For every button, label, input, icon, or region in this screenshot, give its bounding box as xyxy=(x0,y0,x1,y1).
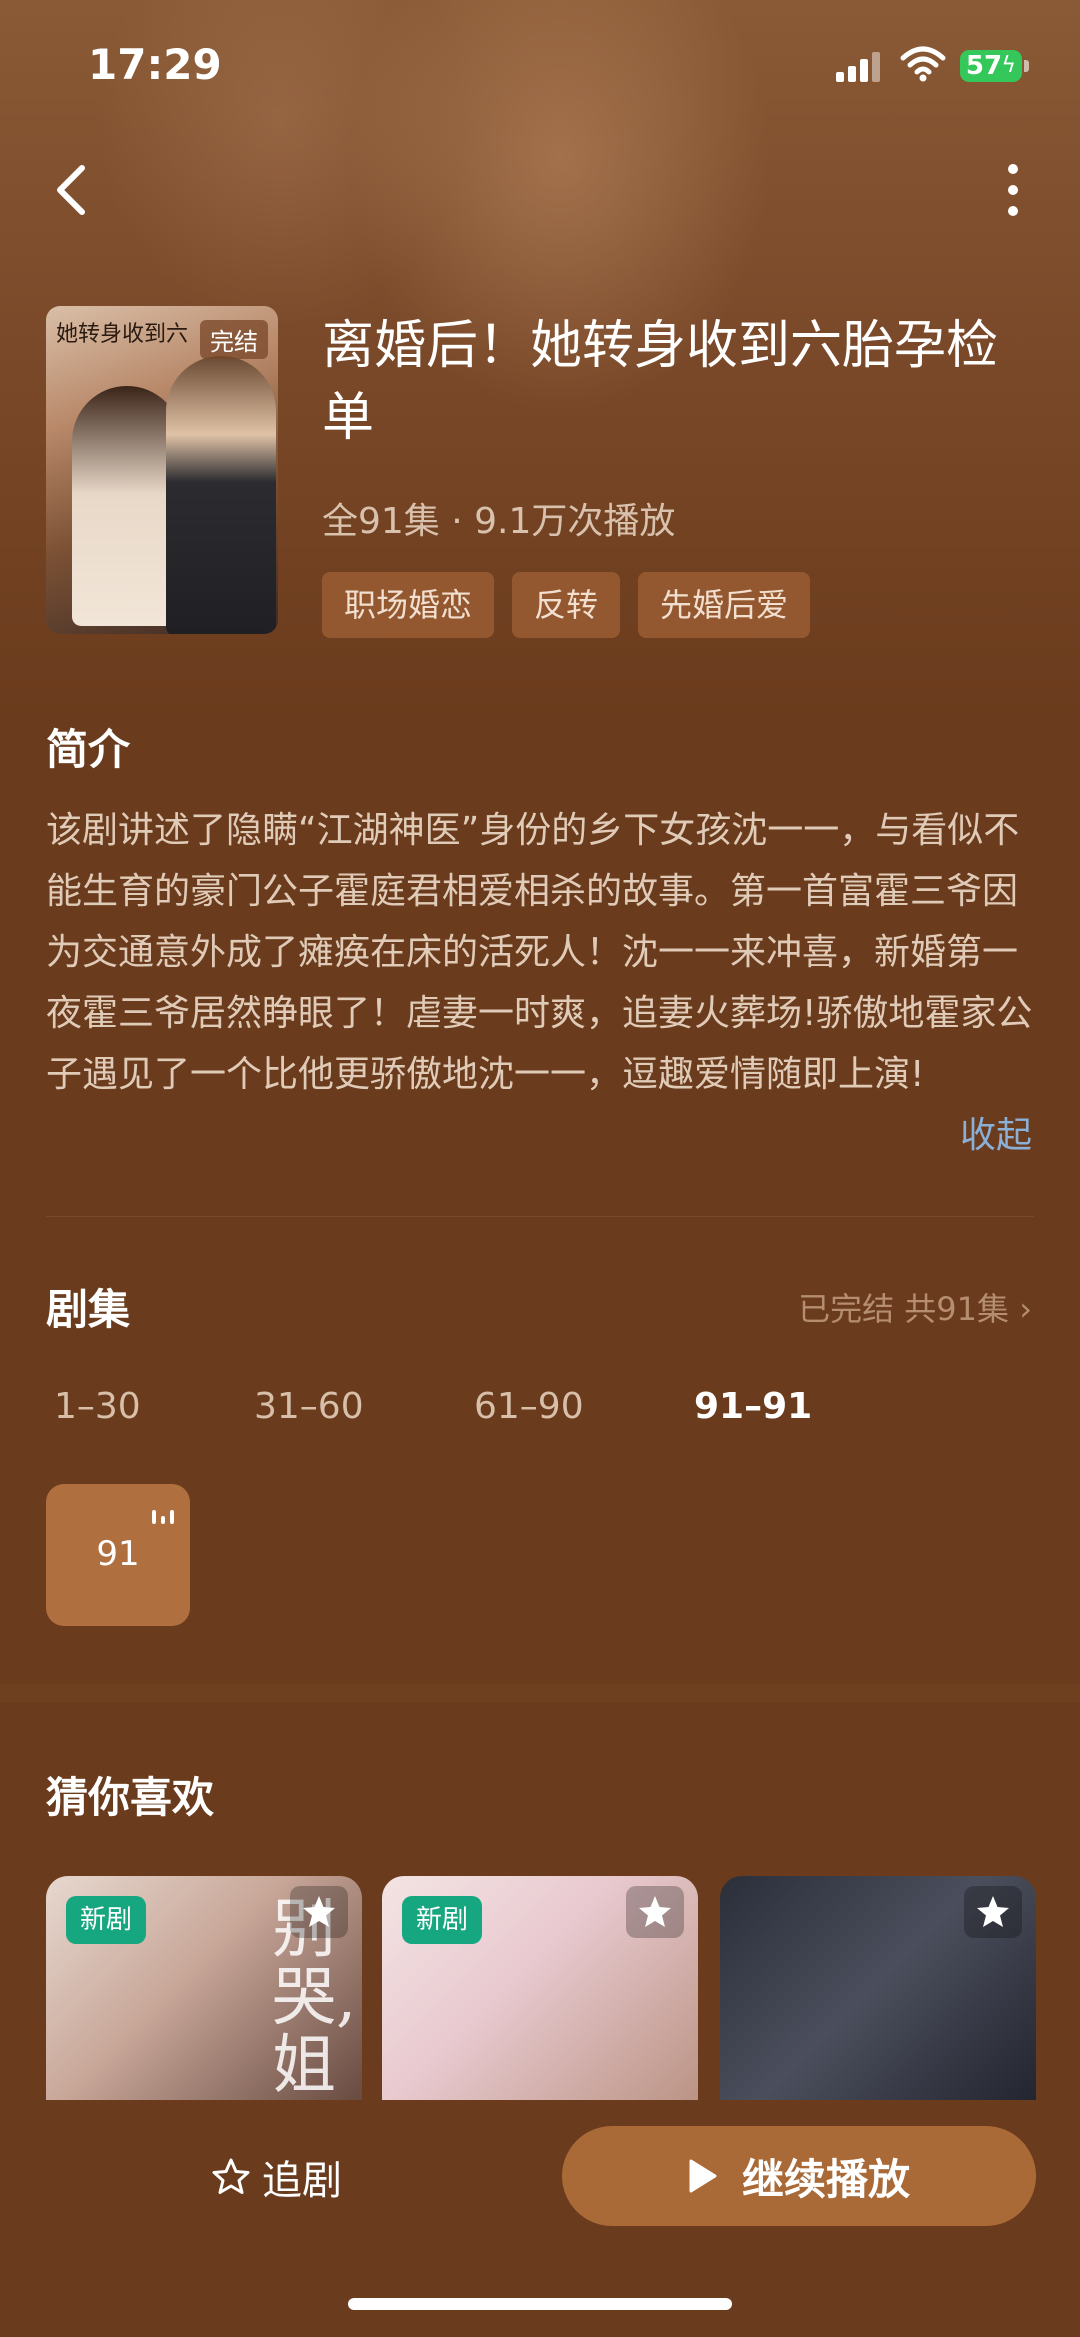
episode-range-tab-active[interactable]: 91–91 xyxy=(694,1386,812,1427)
section-separator xyxy=(0,1684,1080,1702)
more-button[interactable] xyxy=(988,150,1038,230)
recommend-heading: 猜你喜欢 xyxy=(46,1773,215,1822)
episode-range-tab[interactable]: 1–30 xyxy=(54,1386,141,1427)
star-icon[interactable] xyxy=(964,1886,1022,1938)
continue-play-label: 继续播放 xyxy=(741,2154,910,2204)
more-vertical-icon xyxy=(1008,164,1018,216)
show-cover: 她转身收到六 完结 xyxy=(46,306,278,634)
star-icon[interactable] xyxy=(290,1886,348,1938)
follow-label: 追剧 xyxy=(262,2158,342,2204)
back-button[interactable] xyxy=(44,150,104,230)
tag-chip[interactable]: 反转 xyxy=(512,572,621,638)
tag-chip[interactable]: 职场婚恋 xyxy=(322,572,495,638)
episode-range-tab[interactable]: 61–90 xyxy=(474,1386,584,1427)
battery-cap xyxy=(1024,60,1029,72)
cover-title: 她转身收到六 xyxy=(56,322,189,347)
status-bar: 17:29 57 ϟ xyxy=(0,0,1080,130)
playing-indicator-icon xyxy=(152,1506,174,1524)
episodes-heading: 剧集 xyxy=(46,1285,131,1334)
home-indicator[interactable] xyxy=(348,2298,732,2310)
show-meta: 全91集 · 9.1万次播放 xyxy=(322,501,676,542)
chevron-left-icon xyxy=(57,165,85,215)
continue-play-button[interactable]: 继续播放 xyxy=(562,2126,1036,2226)
star-outline-icon xyxy=(212,2158,250,2194)
collapse-link[interactable]: 收起 xyxy=(960,1106,1032,1158)
show-title: 离婚后！她转身收到六胎孕检单 xyxy=(322,316,999,448)
completed-badge: 完结 xyxy=(200,320,268,359)
new-badge: 新剧 xyxy=(402,1896,483,1944)
divider xyxy=(46,1216,1034,1217)
synopsis-heading: 简介 xyxy=(46,725,131,774)
new-badge: 新剧 xyxy=(66,1896,147,1944)
play-icon xyxy=(689,2159,717,2193)
cellular-signal-icon xyxy=(836,50,882,82)
battery-level: 57 xyxy=(965,51,1003,81)
battery-icon: 57 ϟ xyxy=(960,50,1022,82)
wifi-icon xyxy=(900,46,946,82)
follow-button[interactable]: 追剧 xyxy=(210,2144,380,2210)
episode-range-tab[interactable]: 31–60 xyxy=(254,1386,364,1427)
tag-list: 职场婚恋 反转 先婚后爱 xyxy=(322,572,811,638)
cover-figure xyxy=(166,356,276,634)
episode-number: 91 xyxy=(96,1534,140,1574)
tag-chip[interactable]: 先婚后爱 xyxy=(638,572,811,638)
episodes-summary-link[interactable]: 已完结 共91集 › xyxy=(798,1284,1032,1330)
star-icon[interactable] xyxy=(626,1886,684,1938)
charging-icon: ϟ xyxy=(1001,53,1016,78)
episode-tile[interactable]: 91 xyxy=(46,1484,190,1626)
status-time: 17:29 xyxy=(88,40,222,89)
synopsis-text: 该剧讲述了隐瞒“江湖神医”身份的乡下女孩沈一一，与看似不能生育的豪门公子霍庭君相… xyxy=(46,810,1033,1095)
